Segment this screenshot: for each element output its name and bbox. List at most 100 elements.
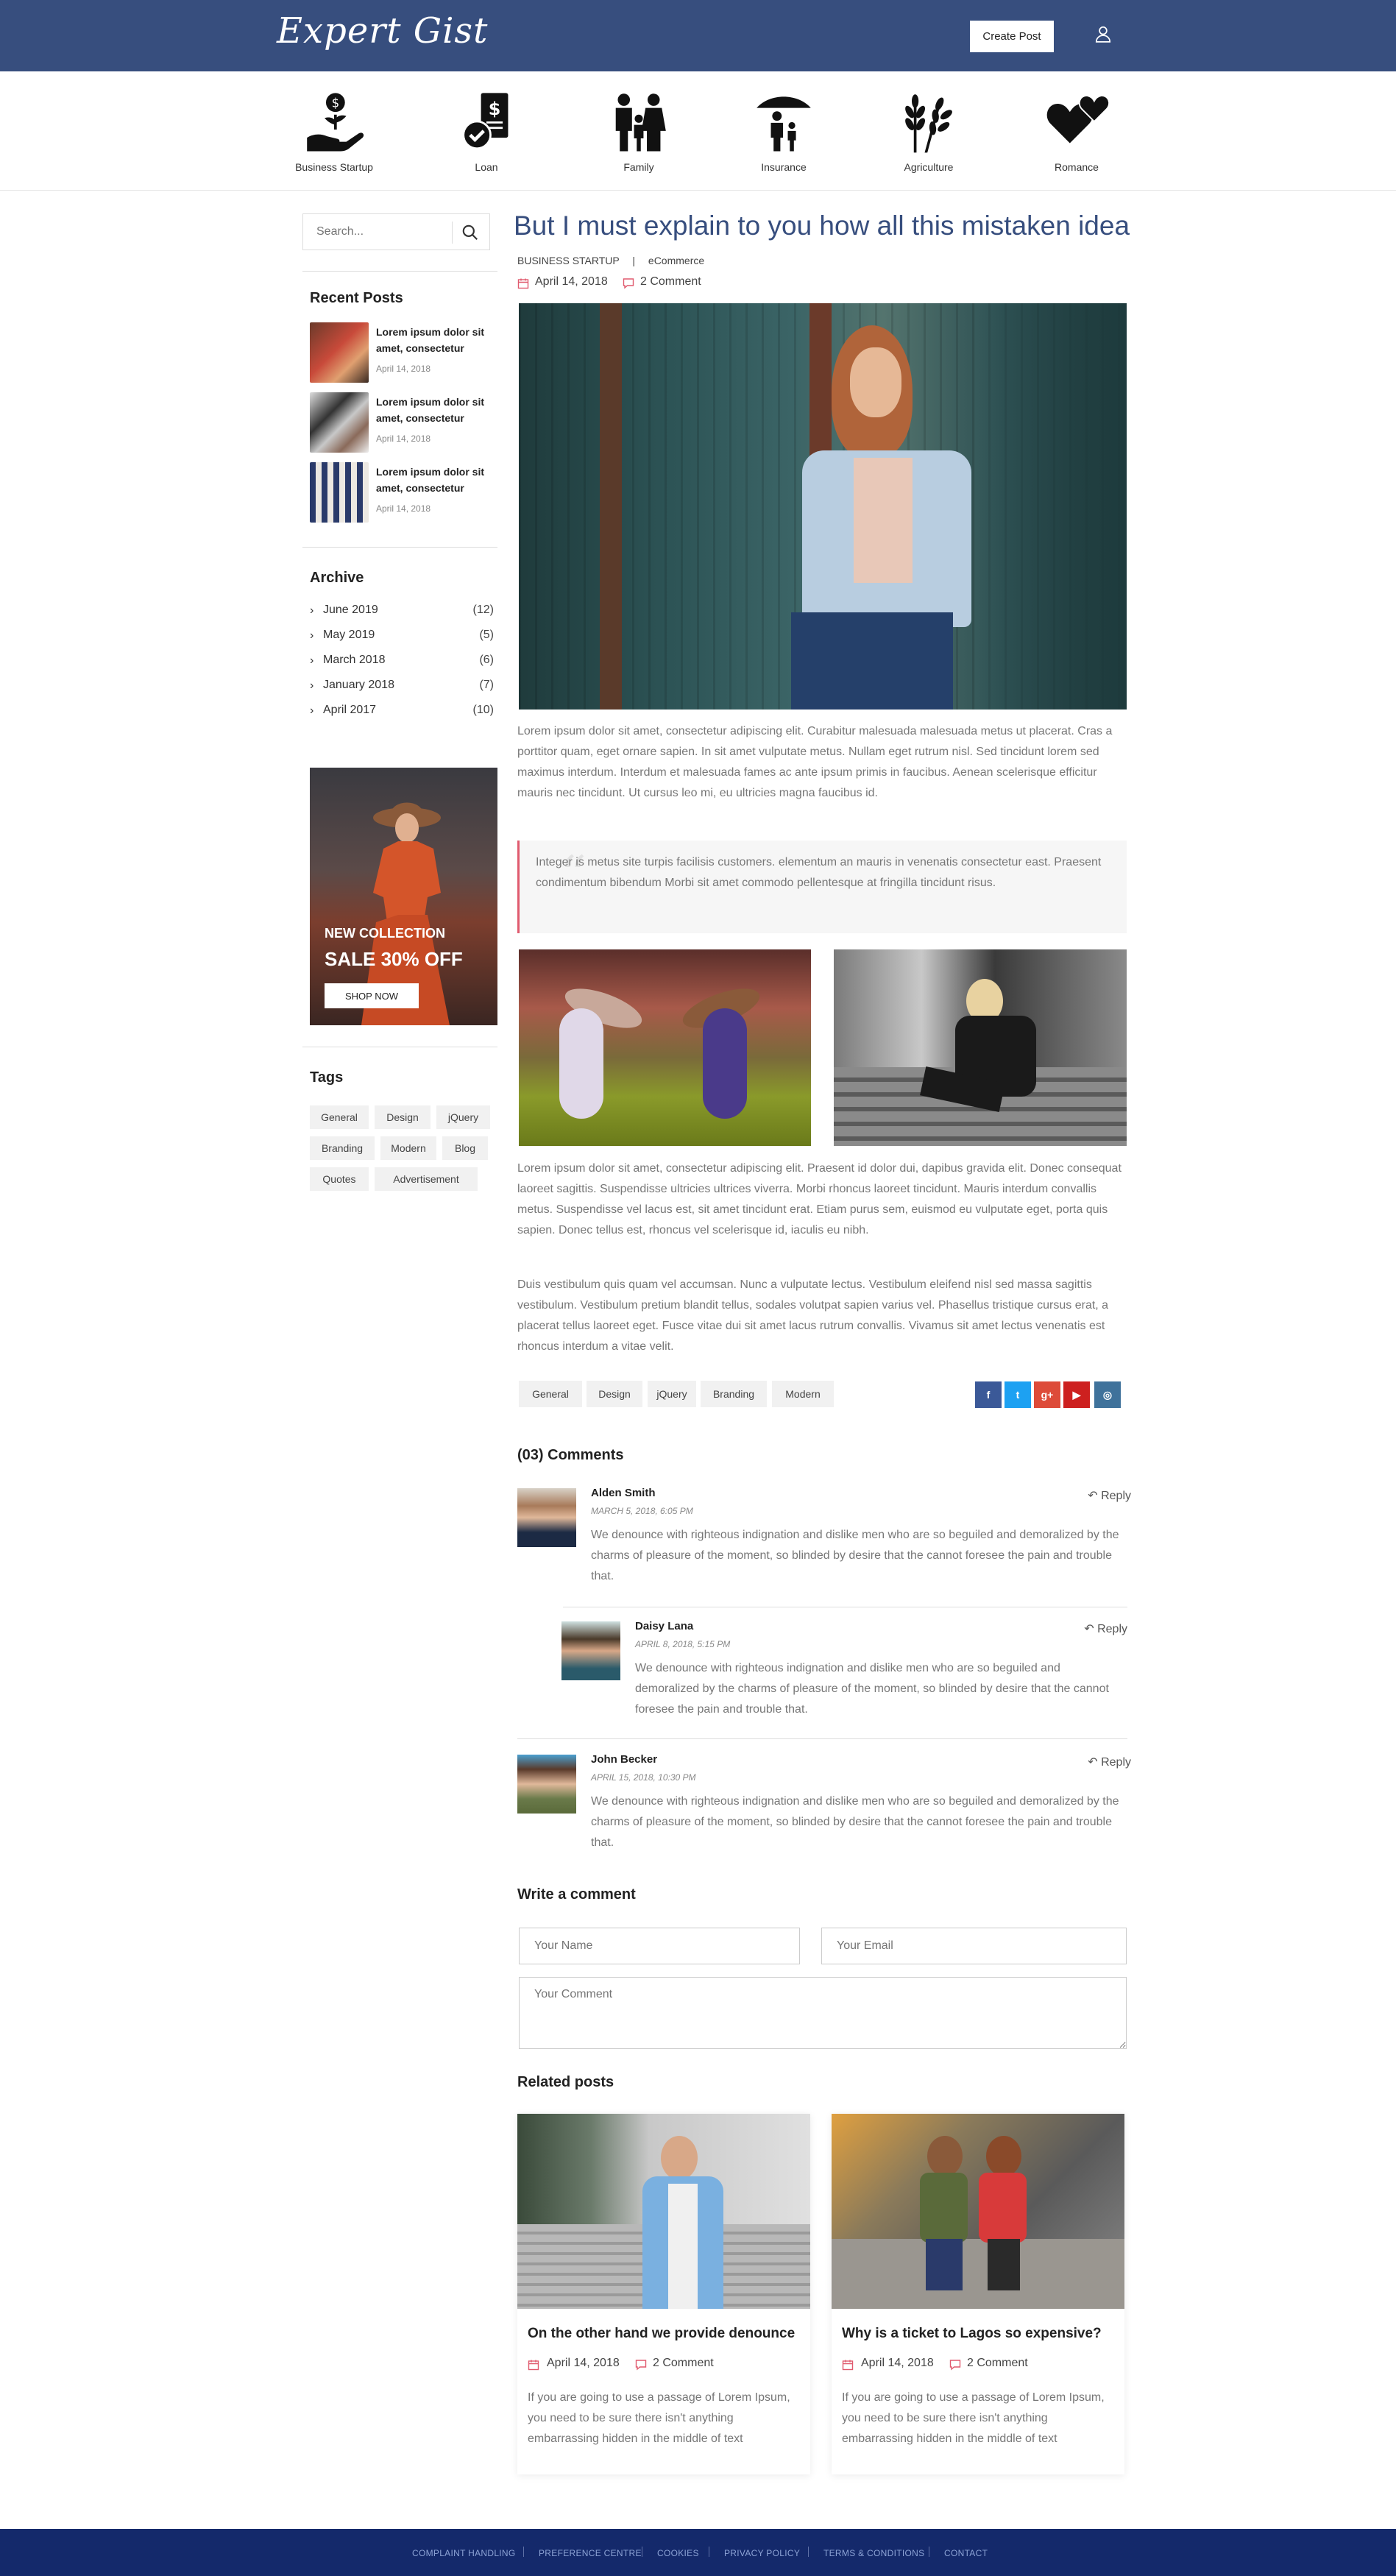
- comment-textarea[interactable]: [519, 1977, 1127, 2049]
- twitter-icon[interactable]: t: [1005, 1381, 1031, 1408]
- footer-link-contact[interactable]: CONTACT: [944, 2548, 988, 2558]
- recent-post-item[interactable]: Lorem ipsum dolor sit amet, consectetur …: [310, 462, 490, 523]
- user-icon[interactable]: [1094, 24, 1113, 43]
- comment-reply: Daisy Lana APRIL 8, 2018, 5:15 PM We den…: [561, 1620, 1127, 1732]
- chevron-right-icon: ›: [310, 654, 314, 667]
- recent-post-thumbnail[interactable]: [310, 462, 369, 523]
- recent-post-item[interactable]: Lorem ipsum dolor sit amet, consectetur …: [310, 392, 490, 453]
- category-agriculture[interactable]: Agriculture: [877, 88, 980, 173]
- recent-post-thumbnail[interactable]: [310, 322, 369, 383]
- tag[interactable]: General: [310, 1105, 369, 1129]
- facebook-icon[interactable]: f: [975, 1381, 1002, 1408]
- archive-label[interactable]: June 2019: [323, 604, 378, 617]
- instagram-icon[interactable]: ◎: [1094, 1381, 1121, 1408]
- site-header: Expert Gist Create Post: [0, 0, 1396, 71]
- related-post-card[interactable]: Why is a ticket to Lagos so expensive? A…: [832, 2114, 1124, 2474]
- tag[interactable]: jQuery: [436, 1105, 490, 1129]
- category-label: Loan: [475, 161, 498, 173]
- meta-separator: |: [632, 255, 636, 266]
- archive-item[interactable]: › May 2019 (5): [310, 627, 494, 649]
- category-romance[interactable]: Romance: [1025, 88, 1128, 173]
- post-tag[interactable]: Branding: [701, 1381, 767, 1407]
- email-input[interactable]: [821, 1928, 1127, 1964]
- reply-button[interactable]: ↶ Reply: [1084, 1621, 1127, 1636]
- category-business-startup[interactable]: $ Business Startup: [283, 88, 386, 173]
- reply-button[interactable]: ↶ Reply: [1088, 1755, 1131, 1769]
- calendar-icon: [517, 278, 529, 289]
- archive-item[interactable]: › June 2019 (12): [310, 602, 494, 624]
- search-icon[interactable]: [461, 223, 480, 242]
- footer-link-privacy-policy[interactable]: PRIVACY POLICY: [724, 2548, 800, 2558]
- recent-post-date: April 14, 2018: [376, 364, 431, 374]
- comment-date: APRIL 15, 2018, 10:30 PM: [591, 1772, 696, 1783]
- related-post-image[interactable]: [517, 2114, 810, 2309]
- post-comment-count[interactable]: 2 Comment: [640, 275, 701, 289]
- post-tag[interactable]: Modern: [772, 1381, 834, 1407]
- reply-button[interactable]: ↶ Reply: [1088, 1488, 1131, 1503]
- footer-link-preference-centre[interactable]: PREFERENCE CENTRE: [539, 2548, 642, 2558]
- archive-label[interactable]: April 2017: [323, 704, 376, 717]
- tag[interactable]: Blog: [442, 1136, 488, 1160]
- footer-link-complaint-handling[interactable]: COMPLAINT HANDLING: [412, 2548, 516, 2558]
- related-post-comments[interactable]: 2 Comment: [653, 2357, 714, 2370]
- related-post-image[interactable]: [832, 2114, 1124, 2309]
- comment-text: We denounce with righteous indignation a…: [591, 1529, 1119, 1582]
- youtube-icon[interactable]: ▶: [1063, 1381, 1090, 1408]
- tag[interactable]: Modern: [380, 1136, 436, 1160]
- post-subcategory[interactable]: eCommerce: [648, 255, 704, 266]
- related-post-card[interactable]: On the other hand we provide denounce Ap…: [517, 2114, 810, 2474]
- post-tag[interactable]: Design: [587, 1381, 642, 1407]
- promo-line1: NEW COLLECTION: [325, 926, 445, 941]
- archive-count: (5): [479, 629, 494, 641]
- recent-post-date: April 14, 2018: [376, 503, 431, 514]
- promo-banner[interactable]: NEW COLLECTION SALE 30% OFF SHOP NOW: [310, 768, 497, 1025]
- related-post-comments[interactable]: 2 Comment: [967, 2357, 1028, 2370]
- comment-text: We denounce with righteous indignation a…: [635, 1662, 1109, 1716]
- google-plus-icon[interactable]: g+: [1034, 1381, 1060, 1408]
- comment: Alden Smith MARCH 5, 2018, 6:05 PM We de…: [517, 1487, 1131, 1599]
- tag[interactable]: Quotes: [310, 1167, 369, 1191]
- recent-post-title[interactable]: Lorem ipsum dolor sit amet, consectetur: [376, 324, 494, 356]
- tag[interactable]: Design: [375, 1105, 431, 1129]
- tag[interactable]: Advertisement: [375, 1167, 478, 1191]
- recent-posts-title: Recent Posts: [310, 290, 403, 306]
- category-insurance[interactable]: Insurance: [732, 88, 835, 173]
- comment: John Becker APRIL 15, 2018, 10:30 PM We …: [517, 1753, 1131, 1865]
- post-tag[interactable]: jQuery: [648, 1381, 696, 1407]
- category-family[interactable]: Family: [587, 88, 690, 173]
- category-loan[interactable]: $ Loan: [435, 88, 538, 173]
- recent-post-title[interactable]: Lorem ipsum dolor sit amet, consectetur: [376, 394, 494, 426]
- footer-link-terms-conditions[interactable]: TERMS & CONDITIONS: [823, 2548, 924, 2558]
- related-post-title[interactable]: Why is a ticket to Lagos so expensive?: [842, 2326, 1102, 2342]
- divider: [302, 547, 497, 548]
- archive-item[interactable]: › April 2017 (10): [310, 702, 494, 724]
- archive-label[interactable]: May 2019: [323, 629, 375, 642]
- related-posts-title: Related posts: [517, 2074, 614, 2090]
- archive-label[interactable]: March 2018: [323, 654, 386, 667]
- calendar-icon: [528, 2360, 539, 2371]
- search-box: [302, 213, 490, 250]
- shop-now-button[interactable]: SHOP NOW: [325, 983, 419, 1008]
- post-image-dancers: [519, 949, 811, 1146]
- svg-text:$: $: [332, 96, 340, 110]
- post-tag[interactable]: General: [519, 1381, 582, 1407]
- recent-post-item[interactable]: Lorem ipsum dolor sit amet, consectetur …: [310, 322, 490, 383]
- archive-item[interactable]: › January 2018 (7): [310, 677, 494, 699]
- create-post-button[interactable]: Create Post: [970, 21, 1054, 52]
- archive-label[interactable]: January 2018: [323, 679, 394, 692]
- post-category[interactable]: BUSINESS STARTUP: [517, 255, 619, 266]
- recent-post-thumbnail[interactable]: [310, 392, 369, 453]
- post-image-woman-steps: [834, 949, 1127, 1146]
- archive-item[interactable]: › March 2018 (6): [310, 652, 494, 674]
- comments-title: (03) Comments: [517, 1447, 624, 1463]
- tag[interactable]: Branding: [310, 1136, 375, 1160]
- related-post-title[interactable]: On the other hand we provide denounce: [528, 2326, 795, 2342]
- divider: [302, 271, 497, 272]
- name-input[interactable]: [519, 1928, 800, 1964]
- post-blockquote: “ Integer is metus site turpis facilisis…: [517, 841, 1127, 933]
- footer-link-cookies[interactable]: COOKIES: [657, 2548, 699, 2558]
- search-input[interactable]: [303, 214, 450, 250]
- recent-post-title[interactable]: Lorem ipsum dolor sit amet, consectetur: [376, 464, 494, 496]
- comment-icon: [949, 2360, 961, 2371]
- site-logo[interactable]: Expert Gist: [277, 10, 488, 52]
